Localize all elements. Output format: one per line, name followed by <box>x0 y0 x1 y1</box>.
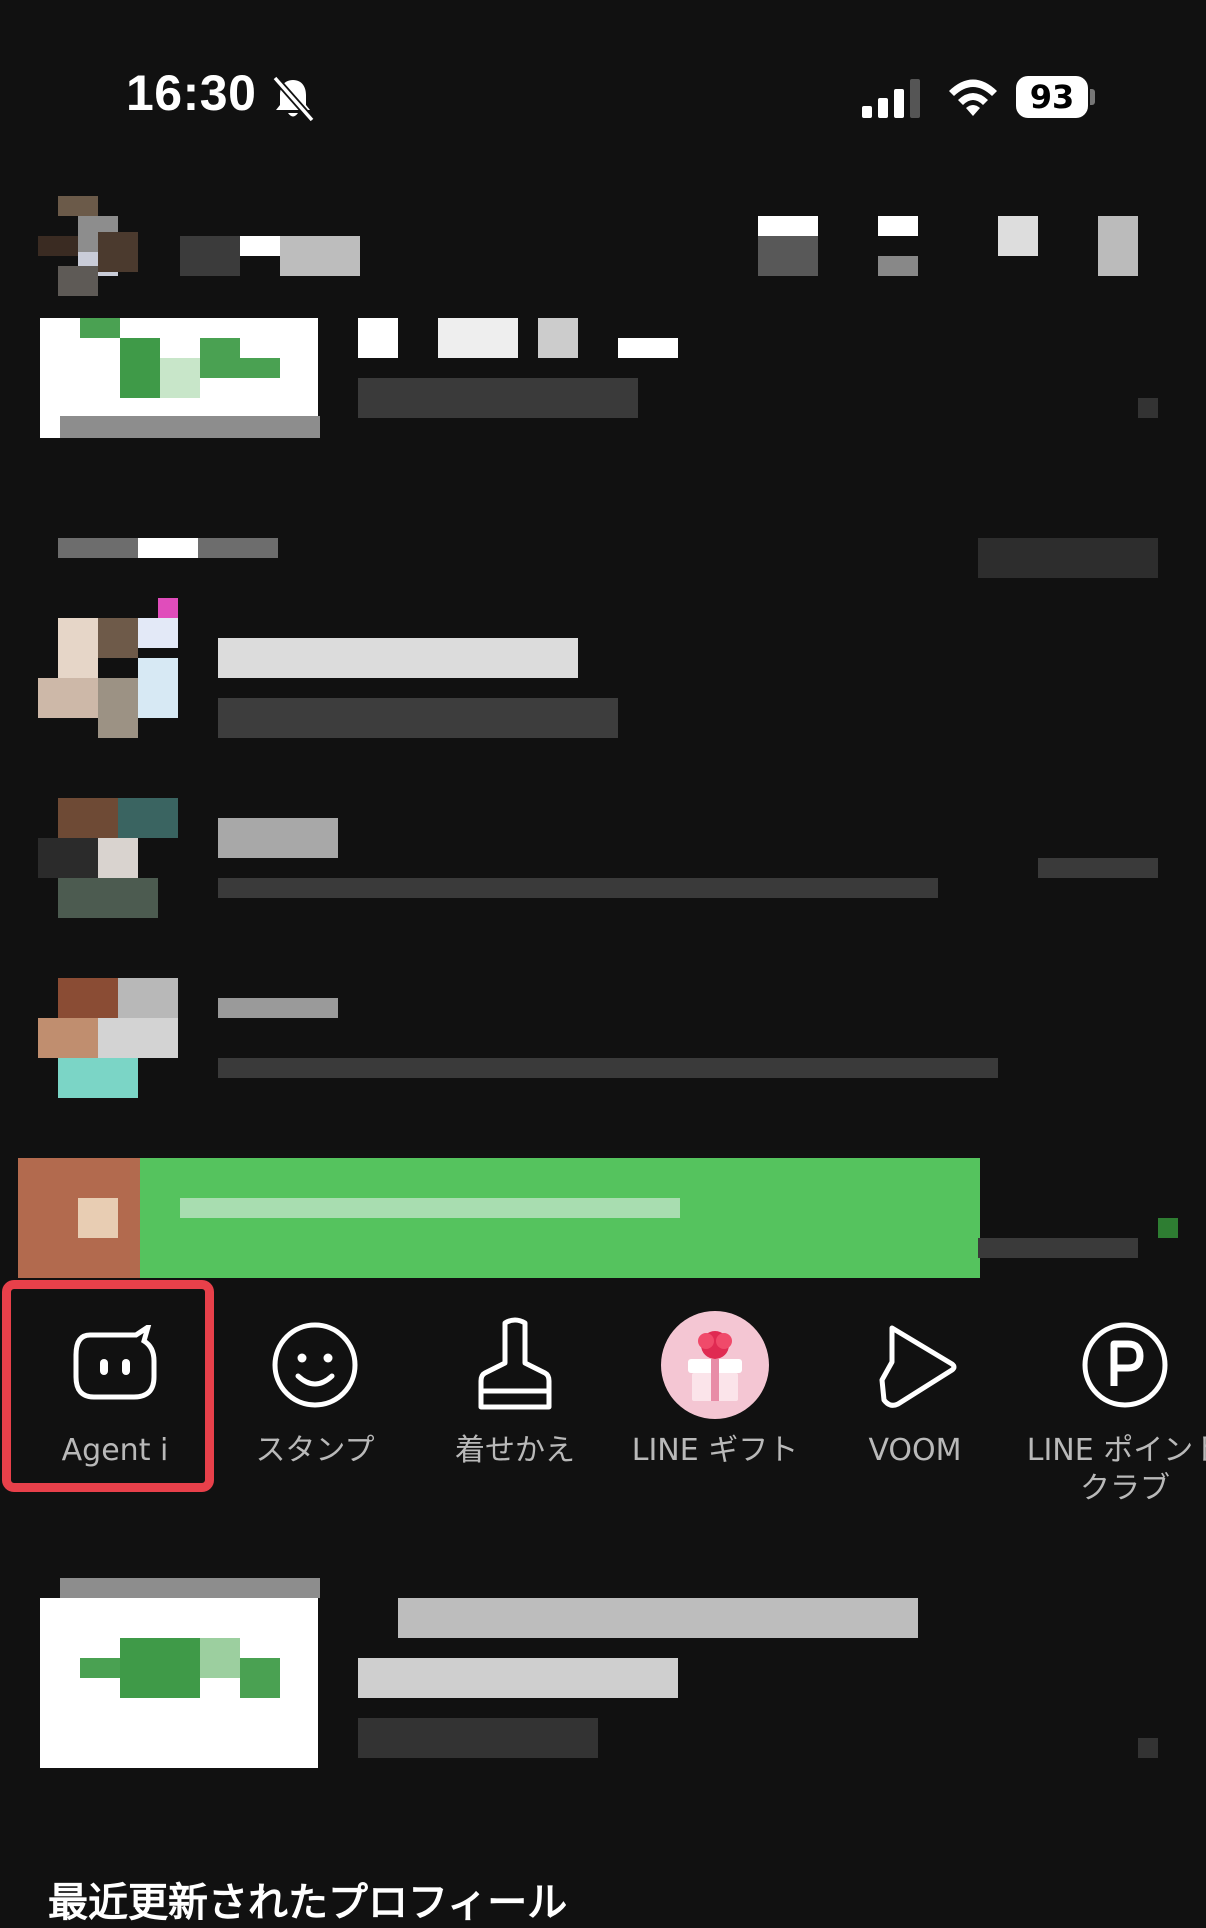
chat-name-5 <box>218 818 338 858</box>
service-label: VOOM <box>868 1433 962 1468</box>
points-icon <box>1082 1322 1168 1408</box>
chat-avatar-4[interactable] <box>38 598 180 738</box>
battery-indicator: 93 <box>1016 76 1096 118</box>
chat-time-3 <box>978 538 1158 578</box>
chat-time-2 <box>1138 398 1158 418</box>
chat-avatar-1[interactable] <box>38 196 142 296</box>
chat-thumbnail-8[interactable] <box>40 1578 320 1768</box>
service-label: 着せかえ <box>455 1433 575 1468</box>
service-themes[interactable]: 着せかえ <box>420 1280 610 1520</box>
chat-name-1 <box>180 236 360 276</box>
chat-name-6 <box>218 998 338 1018</box>
chat-meta-8 <box>358 1718 598 1758</box>
brush-icon <box>478 1317 552 1410</box>
silent-bell-icon <box>272 75 315 123</box>
cellular-signal-icon <box>862 79 920 118</box>
gift-icon <box>661 1311 769 1419</box>
service-voom[interactable]: VOOM <box>820 1280 1010 1520</box>
chat-name-8 <box>398 1598 918 1638</box>
chat-preview-8 <box>358 1658 678 1698</box>
service-label: LINE ギフト <box>631 1433 799 1468</box>
chat-avatar-5[interactable] <box>38 798 180 918</box>
chat-name-3 <box>58 538 278 558</box>
chat-preview-4 <box>218 698 618 738</box>
smiley-icon <box>272 1322 358 1408</box>
chat-preview-5 <box>218 878 938 898</box>
chat-meta-1 <box>758 216 1158 276</box>
service-line-points[interactable]: LINE ポイントクラブ <box>1020 1280 1206 1520</box>
chat-time-8 <box>1138 1738 1158 1758</box>
chat-name-2 <box>358 318 678 358</box>
recent-profiles-header: 最近更新されたプロフィール <box>48 1880 568 1926</box>
chat-avatar-7[interactable] <box>18 1138 160 1278</box>
unread-dot <box>1158 1218 1178 1238</box>
service-stickers[interactable]: スタンプ <box>220 1280 410 1520</box>
chat-avatar-6[interactable] <box>38 978 180 1098</box>
service-line-gift[interactable]: LINE ギフト <box>620 1280 810 1520</box>
highlight-box <box>2 1280 214 1492</box>
service-label: スタンプ <box>255 1433 375 1468</box>
chat-preview-2 <box>358 378 638 418</box>
status-time: 16:30 <box>126 65 257 121</box>
service-label: LINE ポイントクラブ <box>1026 1433 1206 1506</box>
status-bar: 16:30 93 <box>0 0 1206 200</box>
chat-name-4 <box>218 638 578 678</box>
chat-time-5 <box>1038 858 1158 878</box>
voom-play-icon <box>879 1325 957 1408</box>
promo-banner[interactable] <box>140 1158 980 1278</box>
wifi-icon <box>949 79 997 116</box>
chat-thumbnail-2[interactable] <box>40 318 320 438</box>
chat-preview-6 <box>218 1058 998 1078</box>
chat-time-7 <box>978 1238 1138 1258</box>
battery-level: 93 <box>1016 76 1088 118</box>
